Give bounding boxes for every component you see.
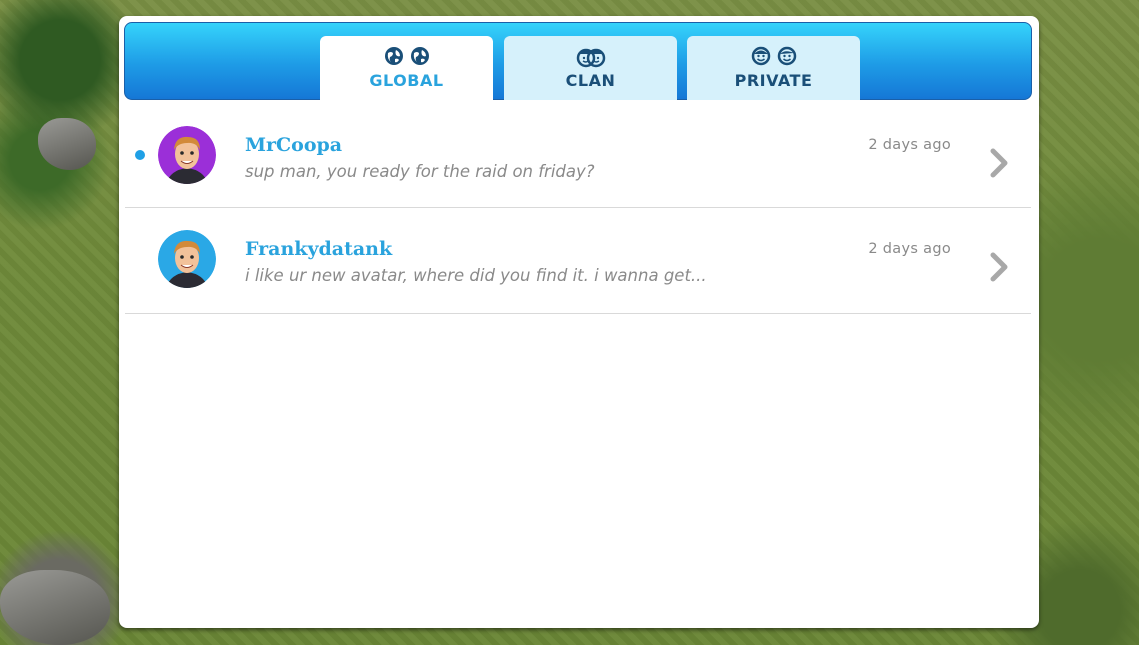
chat-panel: GLOBAL CLAN PRIVATE MrCoopa sup man, you… [119, 16, 1039, 628]
conversation-row[interactable]: MrCoopa sup man, you ready for the raid … [125, 104, 1031, 208]
conversation-row[interactable]: Frankydatank i like ur new avatar, where… [125, 208, 1031, 314]
tab-bar: GLOBAL CLAN PRIVATE [124, 22, 1032, 101]
avatar [158, 126, 216, 184]
globe-icons [320, 46, 493, 68]
timestamp: 2 days ago [868, 241, 951, 257]
message-preview: sup man, you ready for the raid on frida… [245, 162, 595, 181]
chevron-right-icon [989, 252, 1009, 286]
smiley-face-icon [777, 46, 797, 68]
tab-private[interactable]: PRIVATE [687, 36, 860, 100]
globe-icon [384, 46, 404, 68]
conversation-list: MrCoopa sup man, you ready for the raid … [125, 104, 1031, 314]
tab-clan[interactable]: CLAN [504, 36, 677, 100]
smiley-face-icon [751, 46, 771, 68]
sender-name: Frankydatank [245, 238, 393, 260]
sender-name: MrCoopa [245, 134, 343, 156]
globe-icon [410, 46, 430, 68]
unread-indicator [135, 150, 145, 160]
message-preview: i like ur new avatar, where did you find… [245, 266, 707, 285]
clan-icon [576, 46, 606, 68]
tab-global[interactable]: GLOBAL [320, 36, 493, 101]
chevron-right-icon [989, 148, 1009, 182]
tab-label: CLAN [565, 71, 616, 90]
avatar [158, 230, 216, 288]
tab-label: PRIVATE [734, 71, 813, 90]
private-icons [687, 46, 860, 68]
timestamp: 2 days ago [868, 137, 951, 153]
clan-icons [504, 46, 677, 68]
tab-label: GLOBAL [369, 71, 444, 90]
